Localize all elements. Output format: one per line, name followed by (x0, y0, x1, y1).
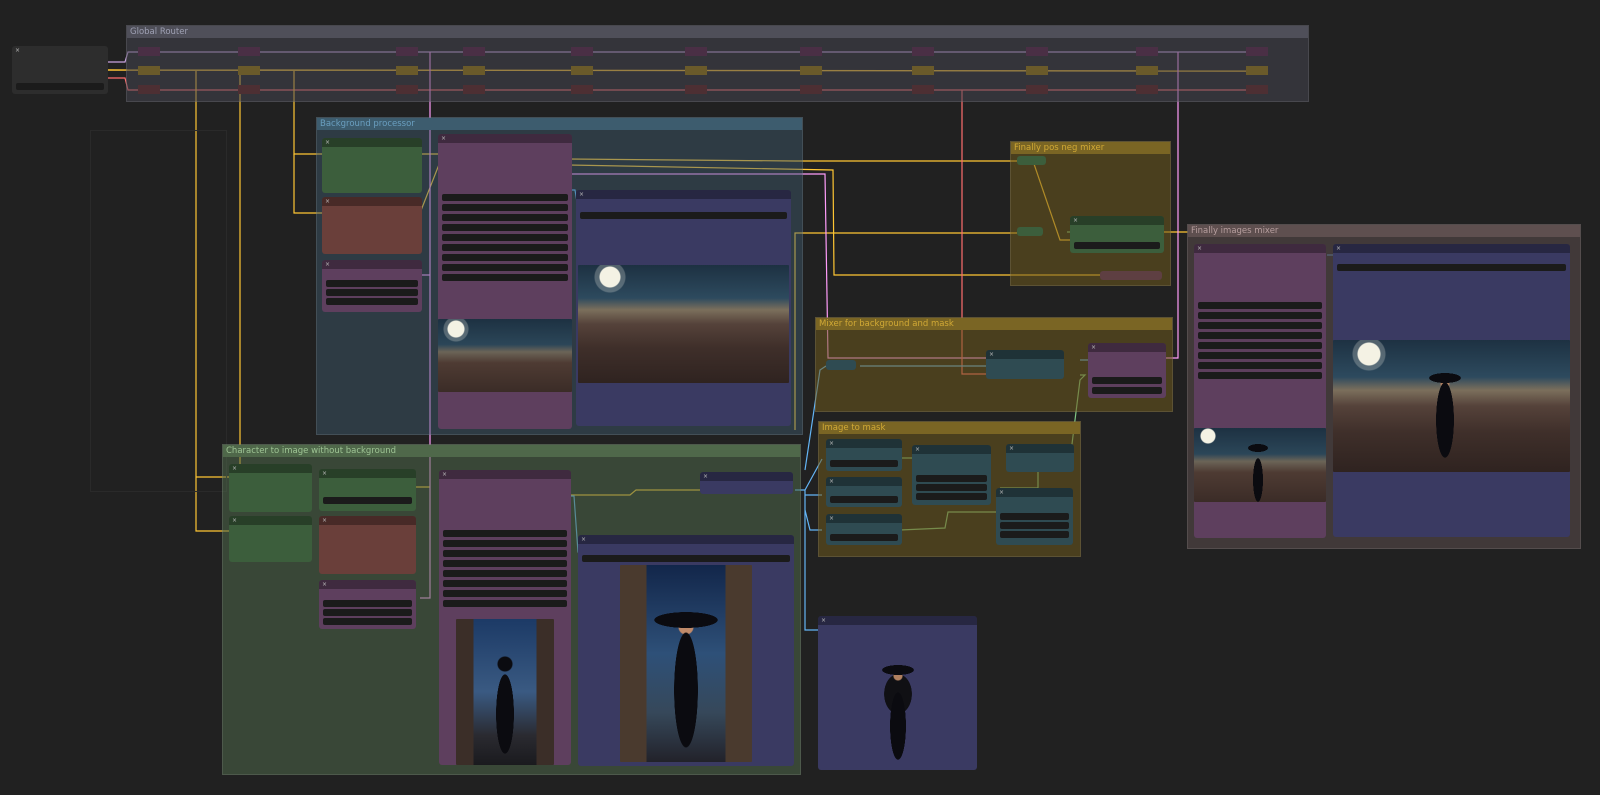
router-port-blocks (138, 47, 1268, 94)
router-ports-vae (138, 85, 1268, 94)
workflow-canvas[interactable]: × Global Router Background processor Cha… (0, 0, 1600, 795)
router-ports-clip (138, 66, 1268, 75)
router-ports (138, 47, 1268, 56)
